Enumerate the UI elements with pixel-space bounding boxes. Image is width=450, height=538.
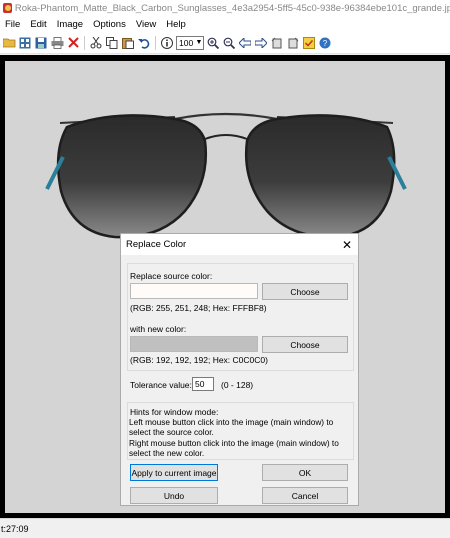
undo-button[interactable]: Undo bbox=[130, 487, 218, 504]
status-text: t:27:09 bbox=[1, 523, 29, 534]
zoom-out-icon[interactable] bbox=[222, 36, 236, 50]
info-icon[interactable] bbox=[160, 36, 174, 50]
zoom-in-icon[interactable] bbox=[206, 36, 220, 50]
new-color-info: (RGB: 192, 192, 192; Hex: C0C0C0) bbox=[130, 355, 268, 365]
toolbar-separator bbox=[84, 35, 85, 50]
tolerance-range: (0 - 128) bbox=[221, 380, 254, 390]
rotate-left-icon[interactable] bbox=[270, 36, 284, 50]
source-color-swatch bbox=[130, 283, 258, 299]
next-icon[interactable] bbox=[254, 36, 268, 50]
zoom-select[interactable]: 100 ▼ bbox=[176, 35, 204, 50]
menu-bar: File Edit Image Options View Help bbox=[0, 16, 450, 32]
help-icon[interactable]: ? bbox=[318, 36, 332, 50]
thumbnails-icon[interactable] bbox=[18, 36, 32, 50]
zoom-value: 100 bbox=[179, 37, 194, 48]
source-color-label: Replace source color: bbox=[130, 271, 213, 281]
toolbar: 100 ▼ ? bbox=[0, 32, 450, 54]
print-icon[interactable] bbox=[50, 36, 64, 50]
hint-left-click: Left mouse button click into the image (… bbox=[129, 417, 334, 437]
previous-icon[interactable] bbox=[238, 36, 252, 50]
new-color-label: with new color: bbox=[130, 324, 187, 334]
settings-icon[interactable] bbox=[302, 36, 316, 50]
svg-text:?: ? bbox=[323, 39, 328, 48]
replace-color-dialog: Replace Color ✕ Replace source color: Ch… bbox=[120, 233, 359, 506]
source-color-info: (RGB: 255, 251, 248; Hex: FFFBF8) bbox=[130, 303, 267, 313]
window-title: Roka-Phantom_Matte_Black_Carbon_Sunglass… bbox=[14, 2, 450, 14]
tolerance-label: Tolerance value: bbox=[130, 380, 192, 390]
tolerance-input[interactable]: 50 bbox=[192, 377, 214, 391]
new-color-swatch bbox=[130, 336, 258, 352]
toolbar-separator bbox=[155, 35, 156, 50]
menu-options[interactable]: Options bbox=[88, 19, 131, 30]
paste-icon[interactable] bbox=[121, 36, 135, 50]
choose-new-button[interactable]: Choose bbox=[262, 336, 348, 353]
choose-source-button[interactable]: Choose bbox=[262, 283, 348, 300]
cancel-button[interactable]: Cancel bbox=[262, 487, 348, 504]
rotate-right-icon[interactable] bbox=[286, 36, 300, 50]
menu-view[interactable]: View bbox=[131, 19, 161, 30]
hint-right-click: Right mouse button click into the image … bbox=[129, 438, 339, 458]
delete-icon[interactable] bbox=[66, 36, 80, 50]
copy-icon[interactable] bbox=[105, 36, 119, 50]
close-icon[interactable]: ✕ bbox=[342, 238, 352, 252]
menu-help[interactable]: Help bbox=[161, 19, 191, 30]
ok-button[interactable]: OK bbox=[262, 464, 348, 481]
chevron-down-icon: ▼ bbox=[195, 39, 203, 46]
menu-image[interactable]: Image bbox=[52, 19, 88, 30]
dialog-title-bar: Replace Color ✕ bbox=[121, 234, 358, 255]
open-folder-icon[interactable] bbox=[2, 36, 16, 50]
menu-file[interactable]: File bbox=[0, 19, 25, 30]
menu-edit[interactable]: Edit bbox=[25, 19, 51, 30]
status-bar: t:27:09 bbox=[0, 518, 450, 538]
apply-to-current-image-button[interactable]: Apply to current image bbox=[130, 464, 218, 481]
cut-icon[interactable] bbox=[89, 36, 103, 50]
irfanview-app-icon bbox=[3, 3, 12, 13]
dialog-title: Replace Color bbox=[126, 239, 187, 250]
save-icon[interactable] bbox=[34, 36, 48, 50]
undo-icon[interactable] bbox=[137, 36, 151, 50]
title-bar: Roka-Phantom_Matte_Black_Carbon_Sunglass… bbox=[0, 0, 450, 16]
hints-title: Hints for window mode: bbox=[130, 407, 219, 417]
